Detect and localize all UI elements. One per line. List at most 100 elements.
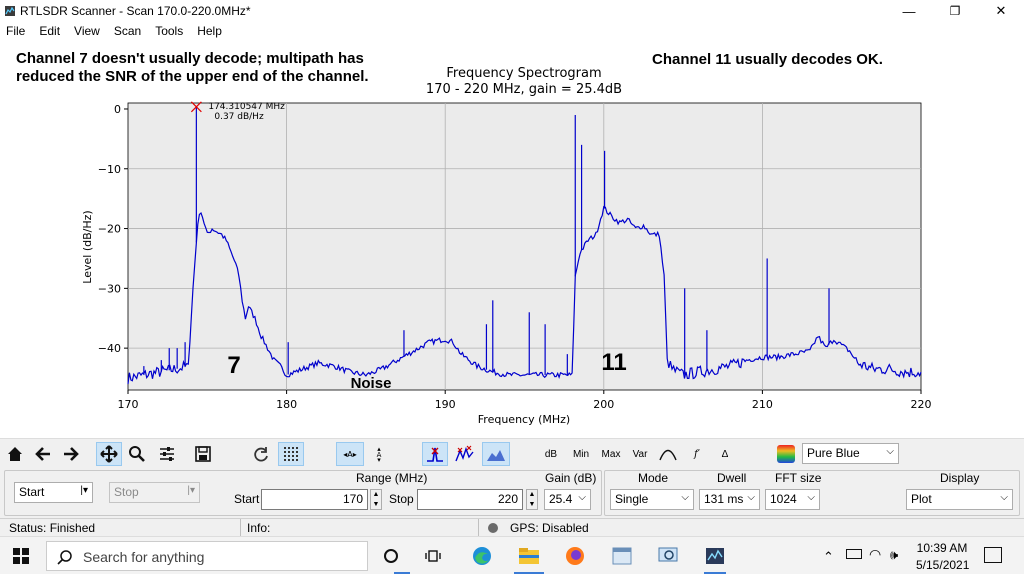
gps-status-icon	[488, 523, 498, 533]
volume-icon[interactable]: 🕪	[890, 547, 898, 563]
windows-start-icon[interactable]	[8, 543, 34, 569]
dwell-label: Dwell	[717, 471, 747, 485]
spectrum-figure: 170 180 190 200 210 220 0 −10 −20 −30 −40 174.3105…	[0, 40, 1024, 438]
display-select[interactable]: Plot ⌵	[906, 489, 1013, 510]
x-tick-label: 170	[118, 398, 139, 411]
edge-icon[interactable]	[469, 543, 495, 569]
max-button[interactable]: Max	[598, 442, 624, 466]
menu-help[interactable]: Help	[197, 24, 222, 38]
home-icon[interactable]	[4, 442, 26, 466]
x-tick-label: 180	[276, 398, 297, 411]
stop-frequency-input[interactable]: 220	[417, 489, 523, 510]
firefox-icon[interactable]	[562, 543, 588, 569]
dwell-select[interactable]: 131 ms ⌵	[699, 489, 760, 510]
battery-icon[interactable]	[846, 549, 862, 559]
colormap-icon[interactable]	[772, 442, 800, 466]
y-axis-label: Level (dB/Hz)	[81, 210, 94, 283]
y-tick-label: 0	[114, 103, 121, 116]
fft-size-select[interactable]: 1024 ⌵	[765, 489, 820, 510]
status-text: Status: Finished	[9, 521, 96, 535]
mode-value: Single	[615, 492, 649, 506]
minimize-button[interactable]: —	[886, 0, 932, 22]
menu-bar: File Edit View Scan Tools Help	[0, 22, 1024, 40]
task-view-icon[interactable]	[421, 543, 447, 569]
display-label: Display	[940, 471, 980, 485]
fill-icon[interactable]	[482, 442, 510, 466]
smooth-icon[interactable]	[656, 442, 680, 466]
clock[interactable]: 10:39 AM 5/15/2021	[916, 541, 969, 572]
autorange-x-icon[interactable]: ◂A▸	[336, 442, 364, 466]
spectrum-plot[interactable]: 170 180 190 200 210 220 0 −10 −20 −30 −40 174.3105…	[0, 40, 1024, 438]
autorange-y-icon[interactable]: ▴ A ▾	[368, 442, 390, 466]
window-title: RTLSDR Scanner - Scan 170.0-220.0MHz*	[20, 4, 251, 18]
app-window-icon[interactable]	[609, 543, 635, 569]
db-button[interactable]: dB	[540, 442, 562, 466]
channel-7-label: 7	[227, 352, 240, 379]
svg-text:◂A▸: ◂A▸	[343, 450, 357, 459]
back-arrow-icon[interactable]	[32, 442, 54, 466]
chevron-down-icon: ⌵	[807, 492, 815, 503]
clock-time: 10:39 AM	[916, 541, 968, 555]
search-placeholder: Search for anything	[83, 549, 205, 565]
menu-scan[interactable]: Scan	[114, 24, 141, 38]
taskbar-search[interactable]: Search for anything	[46, 541, 368, 571]
configure-subplots-icon[interactable]	[156, 442, 178, 466]
y-tick-label: −40	[98, 342, 121, 355]
colormap-select[interactable]: Pure Blue ⌵	[802, 443, 899, 464]
wifi-icon[interactable]: ◠	[869, 546, 881, 563]
stop-label: Stop	[389, 492, 414, 506]
fft-size-value: 1024	[770, 492, 797, 506]
refresh-icon[interactable]	[250, 442, 272, 466]
peak-marker-frequency: 174.310547 MHz	[208, 102, 285, 112]
delta-button[interactable]: Δ	[714, 442, 736, 466]
pan-icon[interactable]	[96, 442, 122, 466]
stop-spinner[interactable]: ▲ ▼	[526, 489, 538, 510]
scan-controls: Start |▾ Stop |▾ Range (MHz) Start 170 ▲ ▼ …	[0, 468, 1024, 518]
start-button[interactable]: Start |▾	[14, 482, 93, 503]
save-icon[interactable]	[192, 442, 214, 466]
gps-text: GPS: Disabled	[510, 521, 589, 535]
close-button[interactable]: ✕	[978, 0, 1024, 22]
gain-select[interactable]: 25.4 ⌵	[544, 489, 591, 510]
diff-button[interactable]: f′	[686, 442, 708, 466]
chart-subtitle: 170 - 220 MHz, gain = 25.4dB	[426, 82, 622, 97]
x-tick-label: 190	[435, 398, 456, 411]
notifications-icon[interactable]	[984, 547, 1002, 563]
chevron-down-icon: ⌵	[886, 446, 894, 457]
start-spinner[interactable]: ▲ ▼	[370, 489, 382, 510]
file-explorer-icon[interactable]	[516, 543, 542, 569]
peak-marker-level: 0.37 dB/Hz	[214, 112, 264, 122]
peaks-icon[interactable]	[452, 442, 478, 466]
stop-button[interactable]: Stop |▾	[109, 482, 200, 503]
start-frequency-input[interactable]: 170	[261, 489, 368, 510]
show-hidden-icons[interactable]: ⌃	[823, 549, 834, 565]
plot-toolbar: ◂A▸ ▴ A ▾ dB Min Max Var f′ Δ Pure Blue ⌵	[0, 438, 1024, 468]
menu-tools[interactable]: Tools	[155, 24, 183, 38]
chevron-down-icon: |▾	[80, 485, 88, 496]
x-axis-label: Frequency (MHz)	[478, 413, 570, 426]
title-bar: RTLSDR Scanner - Scan 170.0-220.0MHz*	[0, 0, 1024, 22]
menu-file[interactable]: File	[6, 24, 25, 38]
peak-icon[interactable]	[422, 442, 448, 466]
cortana-icon[interactable]	[378, 543, 404, 569]
mode-select[interactable]: Single ⌵	[610, 489, 694, 510]
grid-icon[interactable]	[278, 442, 304, 466]
menu-edit[interactable]: Edit	[39, 24, 60, 38]
info-text: Info:	[247, 521, 271, 535]
rtlsdr-app-icon[interactable]	[702, 543, 728, 569]
fft-size-label: FFT size	[775, 471, 822, 485]
menu-view[interactable]: View	[74, 24, 100, 38]
zoom-icon[interactable]	[126, 442, 148, 466]
min-button[interactable]: Min	[568, 442, 594, 466]
status-bar: Status: Finished Info: GPS: Disabled	[0, 518, 1024, 536]
range-label: Range (MHz)	[356, 471, 428, 485]
channel-11-label: 11	[601, 349, 626, 376]
chevron-down-icon: ⌵	[578, 492, 586, 503]
forward-arrow-icon[interactable]	[60, 442, 82, 466]
taskbar: Search for anything ⌃ ◠ 🕪 10:39 AM 5/15/…	[0, 536, 1024, 574]
noise-label: Noise	[351, 375, 392, 392]
var-button[interactable]: Var	[628, 442, 652, 466]
dwell-value: 131 ms	[704, 492, 744, 506]
magnifier-app-icon[interactable]	[655, 543, 681, 569]
maximize-button[interactable]: ❐	[932, 0, 978, 22]
